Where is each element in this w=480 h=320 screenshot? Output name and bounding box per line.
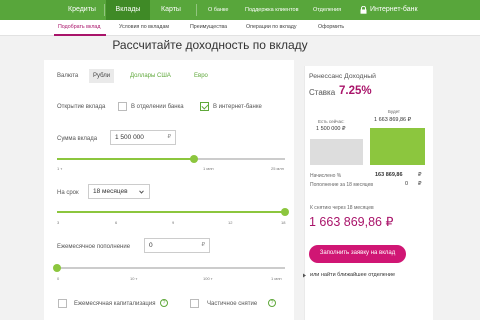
monthly-topup-value: 0 [149,242,153,249]
rate-label: Ставка [309,88,336,97]
term-tick: 12 [228,220,233,225]
nav-about-bank[interactable]: О банке [208,0,228,20]
topup-value: 0 [405,181,409,187]
future-amount-value: 1 663 869,86 ₽ [374,117,412,123]
arrow-right-icon [303,273,306,278]
monthly-topup-label: Ежемесячное пополнение [57,244,131,250]
amount-tick: 1 т [57,166,63,171]
capitalization-info-icon[interactable]: ? [160,299,168,307]
opening-label: Открытие вклада [57,104,106,110]
monthly-slider-track[interactable] [57,267,285,269]
capitalization-checkbox[interactable] [58,299,67,308]
active-tab-underline [54,34,106,36]
monthly-tick: 10 т [130,276,138,281]
nav-deposits[interactable]: Вклады [106,0,150,20]
calculator-panel [44,60,294,320]
currency-rubles[interactable]: Рубли [89,69,115,83]
monthly-topup-currency: ₽ [201,242,206,248]
amount-tick: 1 млн [203,166,214,171]
currency-eur[interactable]: Евро [194,69,208,83]
total-label: К снятию через 18 месяцев [310,205,374,211]
tab-advantages[interactable]: Преимущества [190,24,227,30]
amount-currency: ₽ [167,134,172,140]
current-amount-label: Есть сейчас: [318,119,345,124]
capitalization-label: Ежемесячная капитализация [74,301,156,307]
monthly-tick: 1 млн [271,276,282,281]
nav-branches[interactable]: Отделения [313,0,341,20]
partial-withdrawal-info-icon[interactable]: ? [268,299,276,307]
tab-choose-deposit[interactable]: Подобрать вклад [58,24,100,30]
term-slider-fill [57,211,285,213]
currency-usd[interactable]: Доллары США [130,69,171,83]
current-amount-value: 1 500 000 ₽ [316,126,346,132]
topup-label: Пополнение за 18 месяцев [310,182,374,188]
page-title: Рассчитайте доходность по вкладу [112,38,308,52]
amount-label: Сумма вклада [57,136,98,142]
tab-deposit-operations[interactable]: Операции по вкладу [246,24,297,30]
amount-input[interactable]: 1 500 000 ₽ [110,130,176,145]
top-navigation: Кредиты Вклады Карты О банке Поддержка к… [0,0,480,20]
interest-value: 163 869,86 [375,172,403,178]
tab-apply[interactable]: Оформить [318,24,344,30]
monthly-topup-input[interactable]: 0 ₽ [144,238,210,253]
online-opening-checkbox[interactable] [200,102,209,111]
term-tick: 3 [57,220,60,225]
branch-opening-label: В отделении банка [131,104,184,110]
term-slider-handle[interactable] [281,208,289,216]
online-opening-label: В интернет-банке [213,104,262,110]
interest-label: Начислено % [310,173,342,179]
topup-currency: ₽ [418,181,422,187]
current-amount-bar [310,139,363,165]
lock-icon [360,6,367,14]
amount-slider-fill [57,158,194,160]
term-select[interactable]: 18 месяцев [88,184,150,199]
amount-slider-handle[interactable] [189,155,198,163]
deposit-name: Ренессанс Доходный [309,73,376,80]
term-tick: 6 [115,220,118,225]
nav-cards[interactable]: Карты [161,0,181,20]
future-amount-bar [370,128,425,165]
apply-deposit-button[interactable]: Заполнить заявку на вклад [309,245,406,263]
term-tick: 9 [172,220,175,225]
total-value: 1 663 869,86 ₽ [309,215,394,229]
partial-withdrawal-checkbox[interactable] [190,299,199,308]
monthly-tick: 100 т [203,276,213,281]
find-branch-link[interactable]: или найти ближайшее отделение [310,272,395,278]
nav-divider [104,4,105,16]
partial-withdrawal-label: Частичное снятие [207,301,258,307]
term-label: На срок [57,190,79,196]
currency-label: Валюта [57,73,79,79]
nav-client-support[interactable]: Поддержка клиентов [245,0,299,20]
amount-tick: 25 млн [271,166,284,171]
amount-value: 1 500 000 [115,134,144,141]
term-tick: 18 [281,220,286,225]
tab-deposit-terms[interactable]: Условия по вкладам [119,24,169,30]
result-panel [304,66,433,320]
sub-navigation: Подобрать вклад Условия по вкладам Преим… [0,20,480,36]
internet-bank-link[interactable]: Интернет-банк [370,0,418,20]
future-amount-label: Будет [388,109,400,114]
monthly-slider-handle[interactable] [53,264,61,272]
nav-credits[interactable]: Кредиты [68,0,96,20]
term-value: 18 месяцев [93,188,128,195]
rate-value: 7.25% [339,85,372,97]
chevron-down-icon [139,190,144,194]
branch-opening-checkbox[interactable] [118,102,127,111]
nav-divider [196,4,197,16]
interest-currency: ₽ [418,172,422,178]
monthly-tick: 0 [57,276,60,281]
